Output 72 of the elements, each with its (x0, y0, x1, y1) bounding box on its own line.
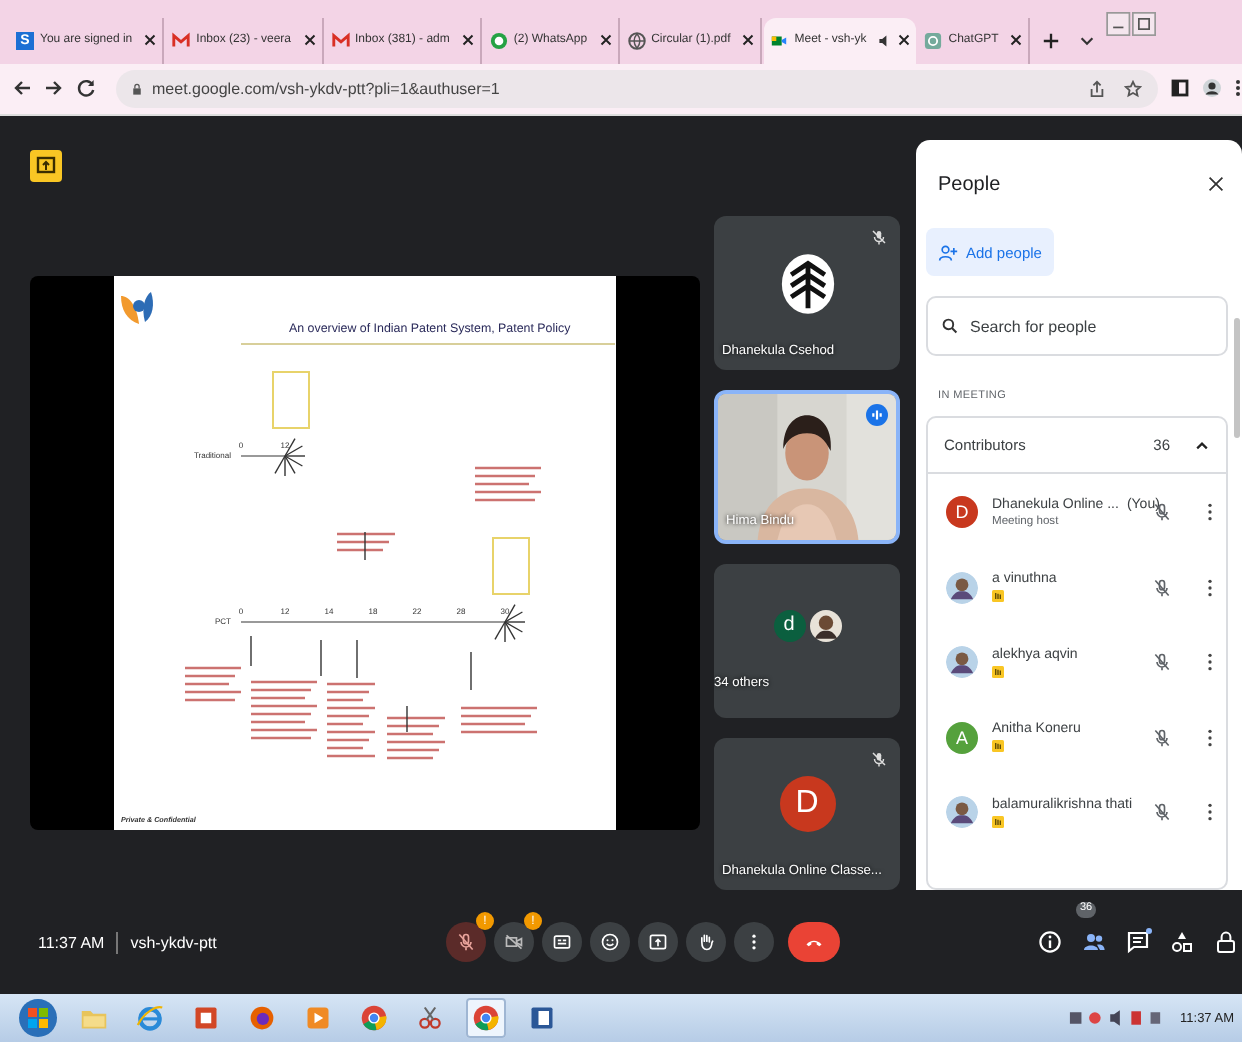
profile-avatar-icon[interactable] (1202, 78, 1222, 99)
avatar: D (779, 775, 835, 832)
chatbot-icon (924, 31, 943, 50)
share-icon[interactable] (1088, 79, 1106, 98)
emoji-icon (600, 932, 620, 953)
search-icon (942, 318, 958, 335)
scrollbar[interactable] (1234, 318, 1240, 439)
hand-icon (696, 932, 716, 953)
mic-button[interactable] (446, 922, 486, 963)
mic-off-icon[interactable] (1152, 727, 1172, 748)
company-logo-icon (121, 292, 153, 325)
menu-icon[interactable] (1234, 78, 1242, 99)
present-screen-icon (648, 932, 668, 953)
sidebar-icon[interactable] (1170, 78, 1190, 99)
new-tab-icon[interactable] (1042, 31, 1061, 50)
close-icon[interactable] (599, 34, 612, 47)
mic-off-icon[interactable] (1152, 802, 1172, 823)
more-button[interactable] (734, 922, 774, 963)
captions-icon (552, 932, 572, 953)
more-options-icon[interactable] (1206, 502, 1214, 523)
system-tray-icons[interactable] (1068, 1008, 1165, 1029)
avatar: A (946, 721, 978, 754)
address-field[interactable]: meet.google.com/vsh-ykdv-ptt?pli=1&authuser=1 (116, 69, 1158, 108)
close-icon[interactable] (303, 34, 316, 47)
panel-title: People (938, 173, 1001, 196)
close-icon[interactable] (461, 34, 474, 47)
reload-icon[interactable] (76, 78, 96, 99)
camera-off-icon (504, 932, 524, 953)
camera-button[interactable] (494, 922, 534, 963)
star-icon[interactable] (1124, 79, 1142, 98)
forward-icon[interactable] (44, 78, 64, 99)
close-icon[interactable] (144, 34, 157, 47)
captions-button[interactable] (542, 922, 582, 963)
chrome-taskbar-icon[interactable] (466, 998, 506, 1039)
lock-icon (132, 81, 142, 96)
globe-icon (627, 31, 646, 50)
chat-icon (489, 31, 508, 50)
leave-call-button[interactable] (788, 922, 840, 963)
avatar: d (773, 610, 805, 643)
search-field[interactable]: Search for people (926, 296, 1228, 357)
more-options-icon[interactable] (1206, 652, 1214, 673)
collapse-icon[interactable] (1194, 437, 1210, 454)
mail-icon (331, 31, 350, 50)
mail-icon (172, 31, 191, 50)
emoji-button[interactable] (590, 922, 630, 963)
close-icon[interactable] (1010, 34, 1023, 47)
presentation-icon[interactable] (30, 150, 62, 183)
mic-off-icon[interactable] (1152, 652, 1172, 673)
close-icon[interactable] (1208, 176, 1224, 193)
meeting-time: 11:37 AM (38, 933, 105, 952)
mic-off-icon[interactable] (1152, 577, 1172, 598)
more-options-icon[interactable] (1206, 727, 1214, 748)
speaking-indicator-icon (866, 404, 888, 427)
add-person-icon (938, 243, 958, 262)
more-options-icon[interactable] (1206, 577, 1214, 598)
back-icon[interactable] (12, 78, 32, 99)
meeting-code: vsh-ykdv-ptt (130, 933, 217, 952)
video-camera-icon (770, 31, 789, 50)
info-button[interactable] (1038, 930, 1062, 955)
window-controls-icon[interactable] (1106, 11, 1159, 36)
present-button[interactable] (638, 922, 678, 963)
start-button[interactable] (18, 998, 58, 1039)
hand-button[interactable] (686, 922, 726, 963)
activities-button[interactable] (1170, 930, 1194, 955)
avatar: D (946, 496, 978, 529)
close-icon[interactable] (898, 34, 911, 47)
organization-logo-icon (779, 251, 835, 316)
lock-button[interactable] (1214, 930, 1238, 955)
close-icon[interactable] (742, 34, 755, 47)
mic-off-icon (456, 932, 476, 953)
more-options-icon[interactable] (1206, 802, 1214, 823)
chat-button[interactable] (1126, 930, 1150, 955)
